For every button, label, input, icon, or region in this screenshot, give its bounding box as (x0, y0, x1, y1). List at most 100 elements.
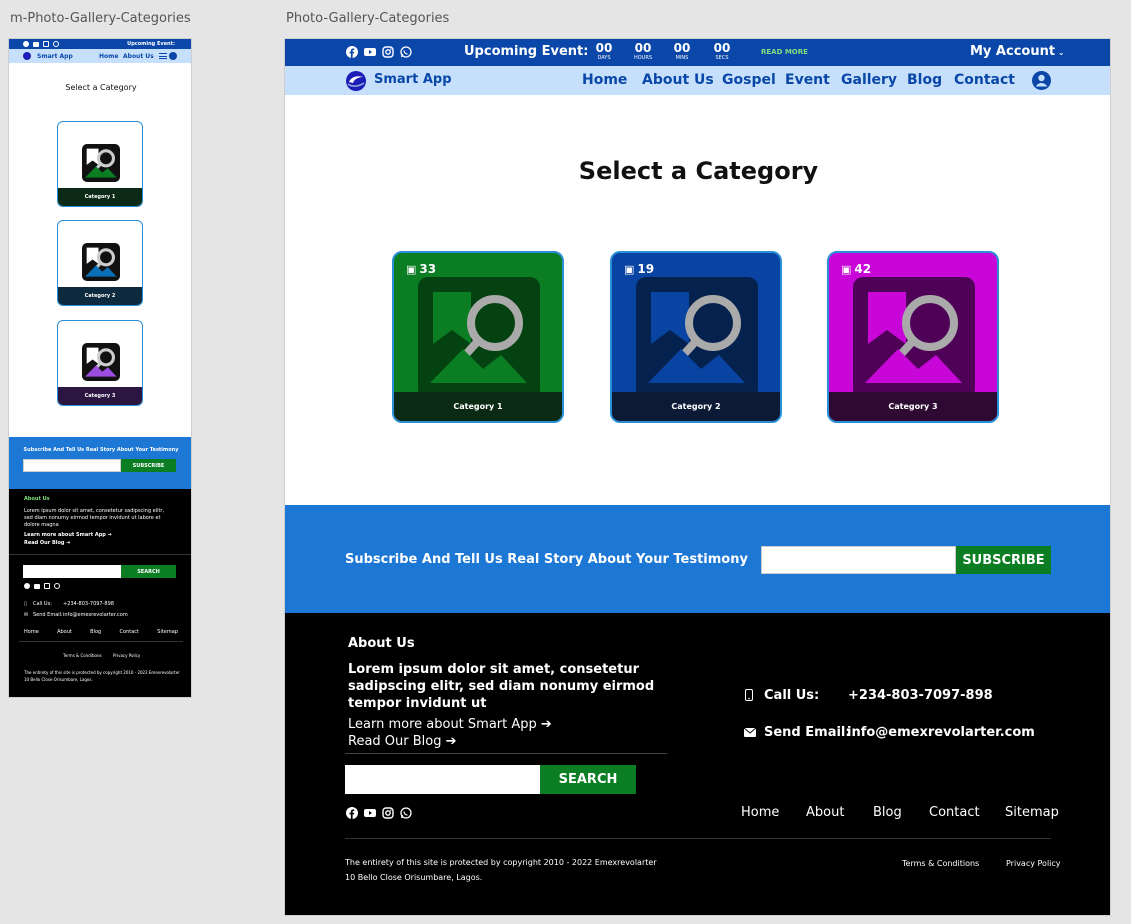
facebook-icon[interactable] (346, 807, 358, 819)
email-value[interactable]: info@emexrevolarter.com (847, 725, 1035, 740)
phone-icon: ▯ (24, 601, 27, 607)
call-label: Call Us: (764, 688, 820, 703)
category-card-2[interactable]: ▣ 19 Category 2 (610, 251, 782, 423)
chevron-down-icon: ⌄ (1055, 48, 1065, 57)
nav-event[interactable]: Event (785, 72, 830, 88)
gallery-search-icon (82, 243, 120, 281)
account-icon[interactable] (1032, 71, 1051, 90)
mobile-nav-about[interactable]: About Us (123, 53, 154, 60)
footer-link-sitemap[interactable]: Sitemap (1005, 805, 1059, 820)
youtube-icon[interactable] (33, 42, 39, 47)
mobile-email-value[interactable]: info@emexrevolarter.com (63, 612, 128, 618)
mobile-subscribe-input[interactable] (23, 459, 121, 472)
mobile-category-card-2[interactable]: ▣33 Category 2 (57, 220, 143, 306)
email-label: Send Email: (764, 725, 851, 740)
privacy-link[interactable]: Privacy Policy (1006, 859, 1061, 868)
mobile-footer-link-sitemap[interactable]: Sitemap (157, 629, 178, 635)
category-caption: Category 3 (829, 392, 997, 421)
nav-home[interactable]: Home (582, 72, 627, 88)
whatsapp-icon[interactable] (400, 46, 412, 58)
mobile-nav-home[interactable]: Home (99, 53, 118, 60)
mobile-footer-link-home[interactable]: Home (24, 629, 39, 635)
brand-name[interactable]: Smart App (374, 72, 452, 87)
mobile-search-button[interactable]: SEARCH (121, 565, 176, 578)
mobile-footer-link-contact[interactable]: Contact (120, 629, 139, 635)
mobile-category-card-1[interactable]: ▣33 Category 1 (57, 121, 143, 207)
nav-gallery[interactable]: Gallery (841, 72, 897, 88)
nav-blog[interactable]: Blog (907, 72, 942, 88)
divider (19, 641, 183, 642)
mobile-footer-link-about[interactable]: About (57, 629, 72, 635)
mobile-footer: About Us Lorem ipsum dolor sit amet, con… (9, 489, 191, 697)
mobile-footer-social (24, 583, 60, 589)
countdown-days: 00 DAYS (595, 41, 613, 61)
arrow-right-icon: ➔ (445, 734, 457, 749)
hamburger-menu-icon[interactable] (159, 53, 167, 59)
mobile-read-blog-link[interactable]: Read Our Blog ➔ (24, 540, 70, 546)
nav-gospel[interactable]: Gospel (722, 72, 776, 88)
category-caption: Category 2 (612, 392, 780, 421)
subscribe-email-input[interactable] (761, 546, 956, 574)
mobile-address: 10 Bello Close Orisumbare, Lagos. (24, 677, 93, 682)
nav-contact[interactable]: Contact (954, 72, 1015, 88)
page-title: Select a Category (578, 157, 819, 185)
facebook-icon[interactable] (24, 583, 30, 589)
mobile-event-label: Upcoming Event: (127, 41, 175, 47)
instagram-icon[interactable] (382, 46, 394, 58)
mobile-subscribe-button[interactable]: SUBSCRIBE (121, 459, 176, 472)
mobile-learn-more-link[interactable]: Learn more about Smart App ➔ (24, 532, 112, 538)
whatsapp-icon[interactable] (54, 583, 60, 589)
divider (345, 838, 1051, 839)
instagram-icon[interactable] (44, 583, 50, 589)
footer-link-contact[interactable]: Contact (929, 805, 980, 820)
subscribe-button[interactable]: SUBSCRIBE (956, 546, 1051, 574)
terms-link[interactable]: Terms & Conditions (902, 859, 979, 868)
brand-logo-icon[interactable] (345, 70, 367, 92)
footer-about-title: About Us (348, 636, 415, 651)
footer-search-input[interactable] (345, 765, 540, 794)
instagram-icon[interactable] (382, 807, 394, 819)
countdown-secs: 00 SECS (713, 41, 731, 61)
call-value[interactable]: +234-803-7097-898 (848, 688, 993, 703)
youtube-icon[interactable] (364, 46, 376, 58)
youtube-icon[interactable] (364, 807, 376, 819)
facebook-icon[interactable] (346, 46, 358, 58)
images-icon: ▣ (406, 262, 417, 276)
mobile-brand-name[interactable]: Smart App (37, 53, 73, 60)
footer-link-home[interactable]: Home (741, 805, 779, 820)
whatsapp-icon[interactable] (400, 807, 412, 819)
learn-more-link[interactable]: Learn more about Smart App ➔ (348, 717, 552, 732)
category-card-3[interactable]: ▣ 42 Category 3 (827, 251, 999, 423)
account-icon[interactable] (169, 52, 177, 60)
brand-logo-icon[interactable] (23, 52, 31, 60)
footer-search-button[interactable]: SEARCH (540, 765, 636, 794)
mobile-search-input[interactable] (23, 565, 121, 578)
main-nav: Smart App Home About Us Gospel Event Gal… (285, 66, 1110, 95)
category-caption: Category 2 (58, 287, 142, 305)
mobile-footer-link-blog[interactable]: Blog (90, 629, 101, 635)
mobile-privacy-link[interactable]: Privacy Policy (113, 653, 140, 658)
youtube-icon[interactable] (34, 584, 40, 589)
mobile-category-card-3[interactable]: ▣33 Category 3 (57, 320, 143, 406)
images-icon: ▣ (841, 262, 852, 276)
mobile-call-value[interactable]: +234-803-7097-898 (63, 601, 114, 607)
envelope-icon: ✉ (24, 612, 29, 618)
footer-link-about[interactable]: About (806, 805, 844, 820)
nav-about-us[interactable]: About Us (642, 72, 714, 88)
whatsapp-icon[interactable] (53, 41, 59, 47)
instagram-icon[interactable] (43, 41, 49, 47)
my-account-dropdown[interactable]: My Account ⌄ (970, 44, 1065, 59)
footer-about-text: Lorem ipsum dolor sit amet, consetetur s… (348, 662, 655, 711)
footer: About Us Lorem ipsum dolor sit amet, con… (285, 613, 1110, 915)
images-icon: ▣ (624, 262, 635, 276)
footer-link-blog[interactable]: Blog (873, 805, 902, 820)
category-card-1[interactable]: ▣ 33 Category 1 (392, 251, 564, 423)
photo-count: ▣33 (63, 226, 75, 232)
gallery-search-icon (82, 144, 120, 182)
mobile-terms-link[interactable]: Terms & Conditions (63, 653, 102, 658)
read-more-link[interactable]: READ MORE (761, 48, 808, 56)
mobile-call-label: Call Us: (33, 601, 52, 607)
read-blog-link[interactable]: Read Our Blog ➔ (348, 734, 457, 749)
countdown-hours: 00 HOURS (633, 41, 652, 61)
facebook-icon[interactable] (23, 41, 29, 47)
